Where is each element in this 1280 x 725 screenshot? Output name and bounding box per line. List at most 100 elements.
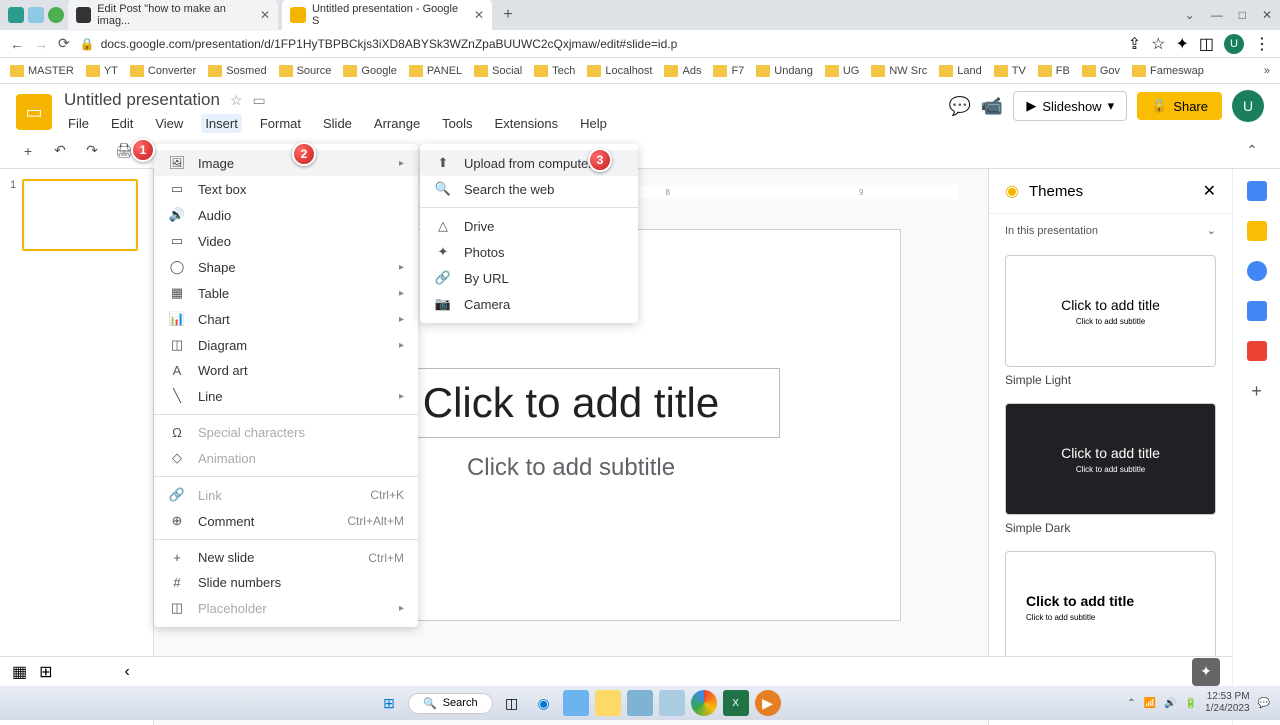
chevron-down-icon[interactable]: ⌄ [1185, 8, 1195, 22]
comment-icon[interactable]: 💬 [948, 96, 970, 117]
submenu-photos[interactable]: ✦Photos [420, 239, 638, 265]
bookmark-item[interactable]: YT [86, 65, 118, 77]
bookmark-item[interactable]: Sosmed [208, 65, 266, 77]
overflow-icon[interactable]: » [1264, 65, 1270, 77]
bookmark-item[interactable]: Ads [664, 65, 701, 77]
menu-item-comment[interactable]: ⊕CommentCtrl+Alt+M [154, 508, 418, 534]
menu-item-chart[interactable]: 📊Chart▸ [154, 306, 418, 332]
bookmark-item[interactable]: PANEL [409, 65, 462, 77]
ext-icon[interactable] [8, 7, 24, 23]
submenu-search-web[interactable]: 🔍Search the web [420, 176, 638, 202]
title-placeholder[interactable]: Click to add title [362, 368, 780, 438]
chevron-left-icon[interactable]: ‹ [125, 663, 130, 681]
browser-tab[interactable]: Edit Post "how to make an imag... ✕ [68, 0, 278, 31]
undo-button[interactable]: ↶ [48, 139, 72, 163]
calendar-icon[interactable] [1247, 181, 1267, 201]
excel-icon[interactable]: X [723, 690, 749, 716]
star-icon[interactable]: ☆ [1151, 34, 1165, 54]
volume-icon[interactable]: 🔊 [1164, 698, 1176, 709]
redo-button[interactable]: ↷ [80, 139, 104, 163]
browser-tab-active[interactable]: Untitled presentation - Google S ✕ [282, 0, 492, 31]
add-icon[interactable]: + [1251, 381, 1262, 402]
extensions-icon[interactable]: ✦ [1175, 34, 1188, 54]
bookmark-item[interactable]: FB [1038, 65, 1070, 77]
menu-item-image[interactable]: 🖼Image▸ [154, 150, 418, 176]
collapse-icon[interactable]: ⌃ [1240, 139, 1264, 163]
menu-slide[interactable]: Slide [319, 114, 356, 133]
close-icon[interactable]: ✕ [1262, 8, 1272, 22]
meet-icon[interactable]: 📹 [981, 96, 1003, 117]
menu-format[interactable]: Format [256, 114, 305, 133]
menu-item-slide-numbers[interactable]: #Slide numbers [154, 570, 418, 595]
menu-item-textbox[interactable]: ▭Text box [154, 176, 418, 202]
minimize-icon[interactable]: — [1211, 8, 1223, 22]
keep-icon[interactable] [1247, 221, 1267, 241]
store-icon[interactable] [627, 690, 653, 716]
menu-extensions[interactable]: Extensions [491, 114, 563, 133]
menu-file[interactable]: File [64, 114, 93, 133]
subtitle-placeholder[interactable]: Click to add subtitle [467, 454, 675, 482]
menu-item-shape[interactable]: ◯Shape▸ [154, 254, 418, 280]
bookmark-item[interactable]: F7 [713, 65, 744, 77]
media-icon[interactable]: ▶ [755, 690, 781, 716]
bookmark-item[interactable]: Source [279, 65, 332, 77]
menu-icon[interactable]: ⋮ [1254, 34, 1270, 54]
theme-card[interactable]: Click to add title Click to add subtitle [1005, 551, 1216, 663]
bookmark-item[interactable]: MASTER [10, 65, 74, 77]
profile-avatar[interactable]: U [1224, 34, 1244, 54]
theme-card[interactable]: Click to add title Click to add subtitle… [1005, 403, 1216, 535]
close-icon[interactable]: ✕ [474, 8, 484, 22]
ext-icon[interactable] [28, 7, 44, 23]
new-tab-button[interactable]: + [496, 3, 520, 27]
panel-icon[interactable]: ◫ [1199, 34, 1214, 54]
submenu-by-url[interactable]: 🔗By URL [420, 265, 638, 291]
menu-edit[interactable]: Edit [107, 114, 137, 133]
notification-icon[interactable]: 💬 [1258, 698, 1270, 709]
close-icon[interactable]: ✕ [260, 8, 270, 22]
menu-item-wordart[interactable]: AWord art [154, 358, 418, 383]
bookmark-item[interactable]: NW Src [871, 65, 927, 77]
task-view-icon[interactable]: ◫ [499, 690, 525, 716]
move-icon[interactable]: ▭ [253, 92, 266, 109]
menu-view[interactable]: View [151, 114, 187, 133]
clock[interactable]: 12:53 PM 1/24/2023 [1205, 691, 1250, 715]
forward-icon[interactable]: → [34, 36, 48, 52]
app-icon[interactable] [563, 690, 589, 716]
explorer-icon[interactable] [595, 690, 621, 716]
bookmark-item[interactable]: TV [994, 65, 1026, 77]
bookmark-item[interactable]: Localhost [587, 65, 652, 77]
maps-icon[interactable] [1247, 341, 1267, 361]
menu-arrange[interactable]: Arrange [370, 114, 424, 133]
bookmark-item[interactable]: Undang [756, 65, 813, 77]
user-avatar[interactable]: U [1232, 90, 1264, 122]
filmstrip-icon[interactable]: ▦ [12, 662, 27, 682]
close-icon[interactable]: ✕ [1203, 181, 1216, 201]
bookmark-item[interactable]: Social [474, 65, 522, 77]
back-icon[interactable]: ← [10, 36, 24, 52]
themes-section[interactable]: In this presentation ⌄ [989, 214, 1232, 247]
start-icon[interactable]: ⊞ [376, 690, 402, 716]
taskbar-search[interactable]: 🔍Search [408, 693, 493, 714]
submenu-camera[interactable]: 📷Camera [420, 291, 638, 317]
bookmark-item[interactable]: Google [343, 65, 396, 77]
explore-button[interactable]: ✦ [1192, 658, 1220, 686]
chevron-up-icon[interactable]: ⌃ [1127, 698, 1135, 709]
bookmark-item[interactable]: Converter [130, 65, 196, 77]
star-icon[interactable]: ☆ [230, 92, 243, 109]
battery-icon[interactable]: 🔋 [1185, 698, 1197, 709]
menu-item-table[interactable]: ▦Table▸ [154, 280, 418, 306]
slides-logo-icon[interactable]: ▭ [16, 94, 52, 130]
menu-item-new-slide[interactable]: +New slideCtrl+M [154, 545, 418, 570]
bookmark-item[interactable]: Fameswap [1132, 65, 1204, 77]
menu-item-diagram[interactable]: ◫Diagram▸ [154, 332, 418, 358]
slide-thumbnail[interactable]: 1 [10, 179, 143, 251]
maximize-icon[interactable]: □ [1239, 8, 1246, 22]
share-icon[interactable]: ⇪ [1128, 34, 1141, 54]
menu-tools[interactable]: Tools [438, 114, 476, 133]
ext-icon[interactable] [48, 7, 64, 23]
url-field[interactable]: 🔒 docs.google.com/presentation/d/1FP1HyT… [80, 37, 1118, 51]
share-button[interactable]: 🔒 Share [1137, 92, 1222, 120]
bookmark-item[interactable]: UG [825, 65, 860, 77]
slideshow-button[interactable]: ▶ Slideshow ▾ [1013, 91, 1127, 121]
notepad-icon[interactable] [659, 690, 685, 716]
